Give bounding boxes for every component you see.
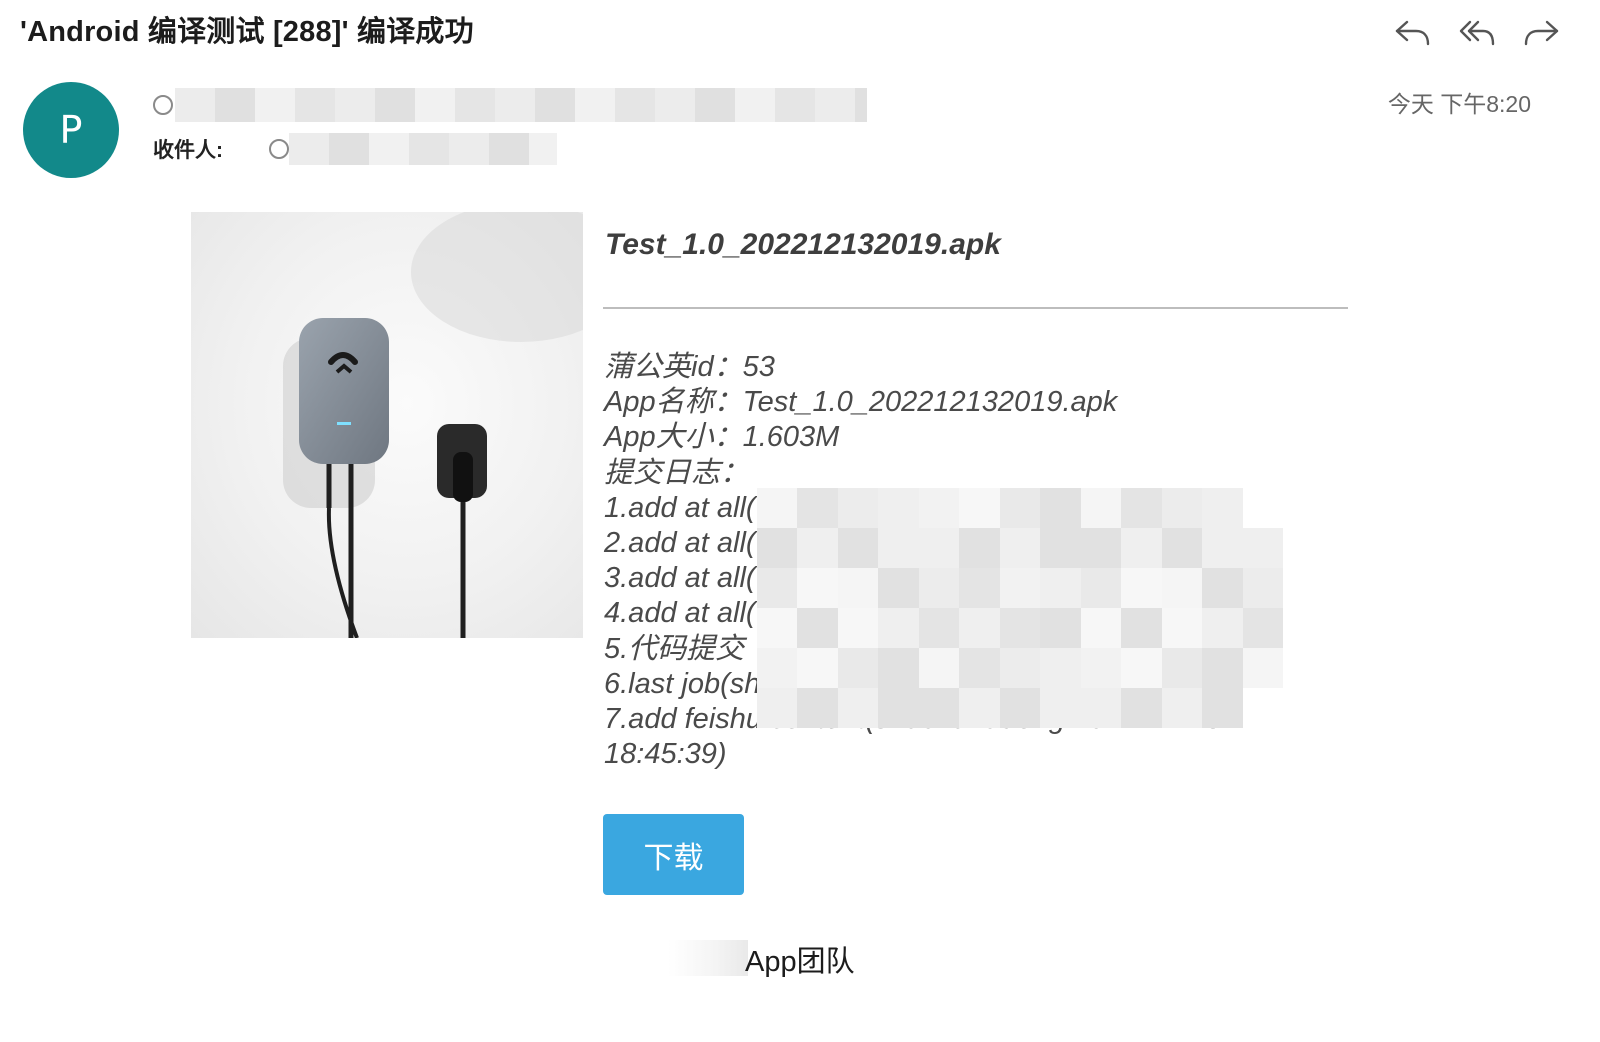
reply-all-button[interactable] — [1456, 12, 1498, 52]
avatar-letter: P — [59, 108, 83, 152]
product-image — [191, 212, 583, 638]
presence-icon — [153, 95, 173, 115]
email-datetime: 今天 下午8:20 — [1387, 91, 1531, 117]
charger-illustration — [283, 212, 583, 638]
apk-title: Test_1.0_202212132019.apk — [605, 228, 1001, 261]
recipient-row: 收件人: — [153, 133, 557, 165]
presence-icon — [269, 139, 289, 159]
download-button[interactable]: 下载 — [603, 814, 744, 895]
commit-log-label: 提交日志： — [604, 456, 750, 489]
forward-icon — [1524, 20, 1559, 46]
redaction-mosaic — [757, 488, 1283, 728]
email-actions — [1392, 12, 1562, 52]
signature: App团队 — [745, 946, 855, 978]
email-view: 'Android 编译测试 [288]' 编译成功 P 收件人: 今天 下午8:… — [0, 0, 1600, 1042]
signature-redacted — [668, 940, 748, 976]
reply-button[interactable] — [1392, 12, 1434, 52]
forward-button[interactable] — [1520, 12, 1562, 52]
recipient-label: 收件人: — [153, 139, 223, 162]
sender-row — [153, 88, 867, 122]
sender-avatar[interactable]: P — [23, 82, 119, 178]
reply-icon — [1395, 20, 1430, 46]
app-name: App名称：Test_1.0_202212132019.apk — [604, 386, 1118, 419]
email-subject: 'Android 编译测试 [288]' 编译成功 — [20, 16, 474, 48]
recipient-address-redacted[interactable] — [289, 133, 557, 165]
pgyer-id: 蒲公英id：53 — [604, 351, 775, 383]
divider — [603, 307, 1348, 309]
app-size: App大小：1.603M — [604, 421, 840, 454]
sender-address-redacted[interactable] — [175, 88, 867, 122]
reply-all-icon — [1459, 20, 1495, 46]
